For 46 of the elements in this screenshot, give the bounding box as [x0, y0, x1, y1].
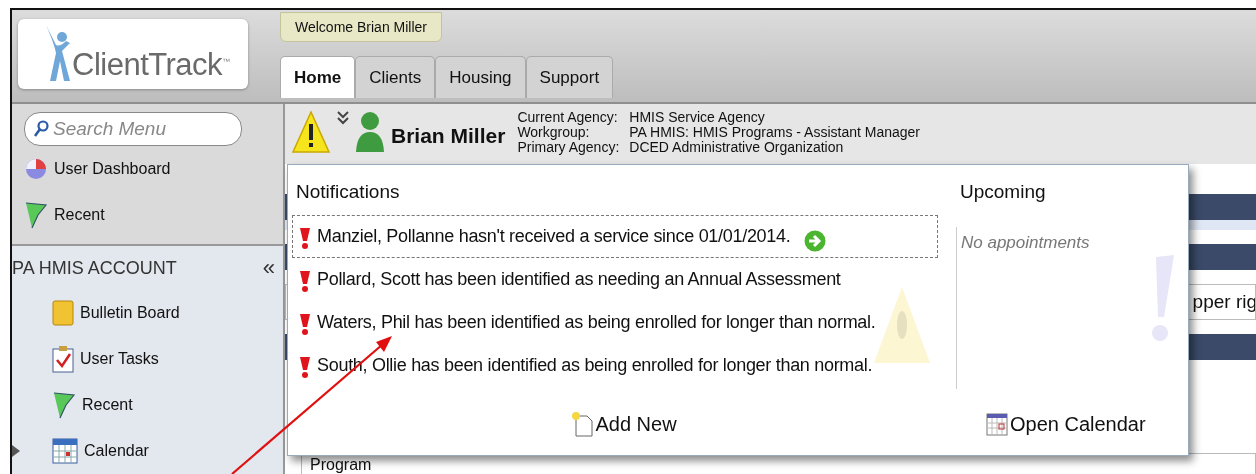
nav-tab[interactable]: Home: [280, 56, 356, 98]
nav-tab[interactable]: Support: [525, 56, 614, 98]
menu-item[interactable]: Bulletin Board: [12, 290, 283, 336]
open-calendar-button[interactable]: Open Calendar: [986, 409, 1146, 439]
search-field[interactable]: Search Menu: [24, 112, 242, 146]
info-label: Primary Agency:: [517, 140, 620, 155]
faded-warning-icon: [872, 285, 932, 365]
info-label: Workgroup:: [517, 125, 590, 140]
flag-icon: [24, 201, 48, 229]
pie-chart-icon: [24, 157, 48, 181]
notification-item[interactable]: Pollard, Scott has been identified as needing an Annual Assessment: [292, 258, 938, 301]
welcome-label: Welcome Brian Miller: [280, 12, 442, 42]
info-value: HMIS Service Agency: [629, 110, 766, 125]
note-icon: [52, 300, 74, 326]
user-name: Brian Miller: [391, 124, 506, 148]
info-label: Current Agency:: [517, 110, 619, 125]
collapse-button[interactable]: «: [262, 255, 275, 281]
calendar-icon: [986, 412, 1008, 436]
add-new-button[interactable]: Add New: [571, 409, 677, 439]
calendar-icon: [52, 438, 78, 464]
menu-item[interactable]: Calendar: [12, 428, 283, 474]
menu-item[interactable]: Recent: [24, 192, 283, 238]
info-value: PA HMIS: HMIS Programs - Assistant Manager: [629, 125, 921, 140]
info-value: DCED Administrative Organization: [629, 140, 845, 155]
clipboard-icon: [52, 345, 74, 373]
section-title: PA HMIS ACCOUNT: [12, 257, 177, 279]
panel-label: Program: [310, 456, 372, 473]
double-chevron-icon[interactable]: [337, 110, 349, 126]
logo-text: ClientTrack: [72, 47, 223, 83]
popup-title: Notifications: [295, 180, 401, 204]
trademark-mark: ™: [222, 57, 231, 66]
nav-tab[interactable]: Clients: [355, 56, 436, 98]
menu-item[interactable]: Recent: [12, 382, 283, 428]
notification-item[interactable]: Waters, Phil has been identified as being enrolled for longer than normal.: [292, 301, 938, 344]
expand-icon[interactable]: [12, 445, 20, 457]
nav-tab[interactable]: Housing: [435, 56, 526, 98]
person-icon: [355, 110, 385, 152]
menu-item[interactable]: User Dashboard: [24, 146, 283, 192]
panel-text: pper rig: [1192, 291, 1255, 313]
new-document-icon: [571, 411, 594, 437]
notification-item[interactable]: Manziel, Pollanne hasn't received a service since 01/01/2014.: [292, 215, 938, 258]
menu-item[interactable]: User Tasks: [12, 336, 283, 382]
warning-icon[interactable]: [291, 110, 331, 154]
flag-icon: [52, 391, 76, 419]
popup-title: Upcoming: [959, 180, 1047, 204]
empty-message: No appointments: [961, 233, 1090, 252]
